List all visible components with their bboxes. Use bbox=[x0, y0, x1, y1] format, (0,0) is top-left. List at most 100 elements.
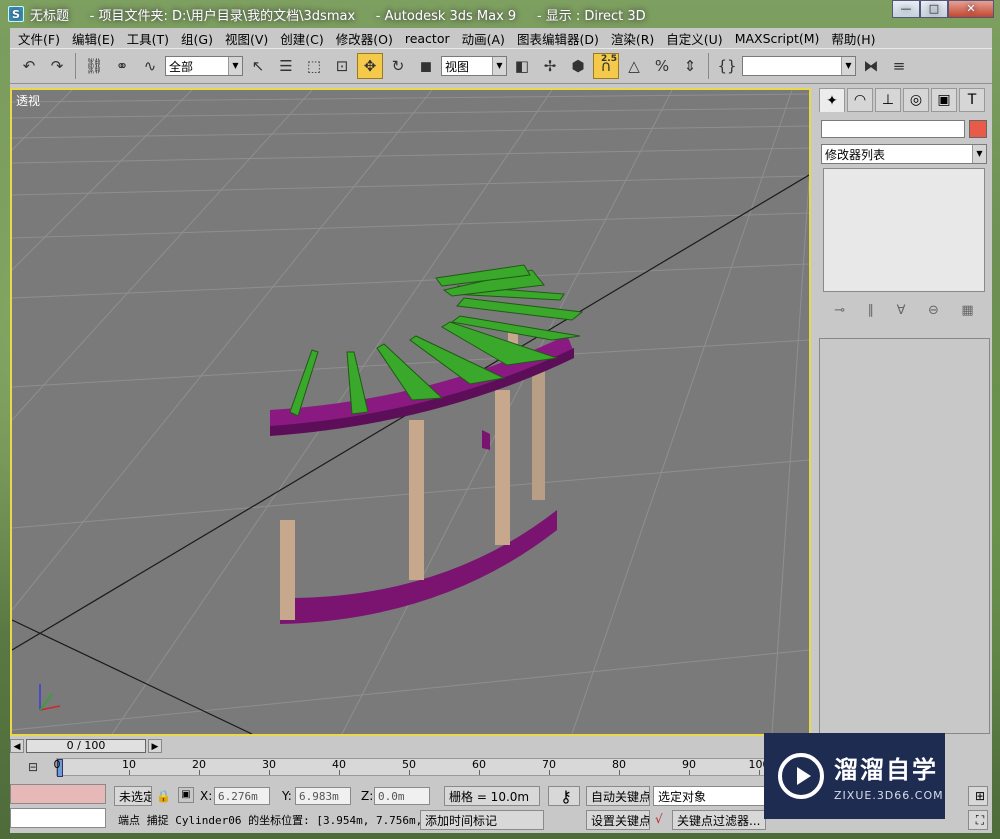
hierarchy-tab-icon[interactable]: ⊥ bbox=[875, 88, 901, 112]
maximize-button[interactable]: □ bbox=[920, 0, 948, 18]
time-next-icon[interactable]: ▶ bbox=[148, 739, 162, 753]
select-by-name-icon[interactable]: ☰ bbox=[273, 53, 299, 79]
close-button[interactable]: ✕ bbox=[948, 0, 994, 18]
chevron-down-icon: ▼ bbox=[228, 57, 242, 75]
selection-filter-dropdown[interactable]: 全部 ▼ bbox=[165, 56, 243, 76]
3dsmax-icon[interactable]: S bbox=[8, 6, 24, 22]
select-object-icon[interactable]: ↖ bbox=[245, 53, 271, 79]
ruler-tick bbox=[479, 770, 480, 775]
mirror-icon[interactable]: ⧓ bbox=[858, 53, 884, 79]
menu-file[interactable]: 文件(F) bbox=[12, 29, 66, 48]
ruler-tick bbox=[549, 770, 550, 775]
key-filters-button[interactable]: 关键点过滤器... bbox=[672, 810, 766, 830]
menu-graph-editors[interactable]: 图表编辑器(D) bbox=[511, 29, 605, 48]
ruler-tick bbox=[759, 770, 760, 775]
unlink-icon[interactable]: ⚭ bbox=[109, 53, 135, 79]
viewport-label[interactable]: 透视 bbox=[16, 92, 40, 109]
key-mode-icon[interactable]: ⚷ bbox=[548, 786, 580, 806]
x-label: X: bbox=[200, 789, 213, 803]
main-toolbar: ↶ ↷ ⛓ ⚭ ∿ 全部 ▼ ↖ ☰ ⬚ ⊡ ✥ ↻ ◼ 视图 ▼ ◧ ✢ ⬢ bbox=[10, 48, 992, 84]
time-slider[interactable]: 0 / 100 bbox=[26, 739, 146, 753]
bind-space-warp-icon[interactable]: ∿ bbox=[137, 53, 163, 79]
select-and-scale-icon[interactable]: ◼ bbox=[413, 53, 439, 79]
menu-reactor[interactable]: reactor bbox=[399, 31, 456, 46]
edit-named-selection-icon[interactable]: {} bbox=[714, 53, 740, 79]
configure-sets-icon[interactable]: ▦ bbox=[961, 303, 973, 318]
absolute-mode-icon[interactable]: ▣ bbox=[178, 787, 194, 803]
watermark-subtitle: ZIXUE.3D66.COM bbox=[834, 789, 944, 802]
object-color-swatch[interactable] bbox=[969, 120, 987, 138]
auto-key-button[interactable]: 自动关键点 bbox=[586, 786, 650, 806]
tangent-icon[interactable]: √ bbox=[655, 812, 663, 826]
menu-group[interactable]: 组(G) bbox=[175, 29, 219, 48]
menu-customize[interactable]: 自定义(U) bbox=[660, 29, 728, 48]
modifier-list-dropdown[interactable]: 修改器列表 ▼ bbox=[821, 144, 987, 164]
maximize-viewport-icon[interactable]: ⛶ bbox=[968, 810, 988, 830]
pin-stack-icon[interactable]: ⊸ bbox=[834, 303, 845, 318]
rectangular-selection-icon[interactable]: ⬚ bbox=[301, 53, 327, 79]
pivot-center-icon[interactable]: ◧ bbox=[509, 53, 535, 79]
make-unique-icon[interactable]: ∀ bbox=[897, 303, 906, 318]
snap-toggle-icon[interactable]: 2.5 ∩ bbox=[593, 53, 619, 79]
spinner-snap-icon[interactable]: ⇕ bbox=[677, 53, 703, 79]
window-title: 无标题 - 项目文件夹: D:\用户目录\我的文档\3dsmax - Autod… bbox=[30, 8, 646, 24]
undo-icon[interactable]: ↶ bbox=[16, 53, 42, 79]
chevron-down-icon: ▼ bbox=[972, 145, 986, 163]
display-tab-icon[interactable]: ▣ bbox=[931, 88, 957, 112]
window-crossing-icon[interactable]: ⊡ bbox=[329, 53, 355, 79]
motion-tab-icon[interactable]: ◎ bbox=[903, 88, 929, 112]
ruler-tick bbox=[199, 770, 200, 775]
menu-maxscript[interactable]: MAXScript(M) bbox=[729, 31, 826, 46]
selected-objects-dropdown[interactable]: 选定对象 bbox=[653, 786, 765, 806]
select-and-rotate-icon[interactable]: ↻ bbox=[385, 53, 411, 79]
zoom-extents-icon[interactable]: ⊞ bbox=[968, 786, 988, 806]
reference-coord-value: 视图 bbox=[445, 59, 470, 74]
menu-animation[interactable]: 动画(A) bbox=[456, 29, 511, 48]
ruler-tick bbox=[689, 770, 690, 775]
x-coordinate-field[interactable]: 6.276m bbox=[214, 787, 270, 805]
parameters-rollout bbox=[819, 338, 990, 734]
maxscript-listener-pink[interactable] bbox=[10, 784, 106, 804]
lock-icon[interactable]: 🔒 bbox=[156, 789, 171, 803]
set-key-button[interactable]: 设置关键点 bbox=[586, 810, 650, 830]
select-and-manipulate-icon[interactable]: ✢ bbox=[537, 53, 563, 79]
track-ruler[interactable]: 0 10 20 30 40 50 60 70 80 90 100 bbox=[54, 758, 776, 777]
menu-tools[interactable]: 工具(T) bbox=[121, 29, 175, 48]
modify-tab-icon[interactable]: ◠ bbox=[847, 88, 873, 112]
menu-rendering[interactable]: 渲染(R) bbox=[605, 29, 660, 48]
maxscript-listener-white[interactable] bbox=[10, 808, 106, 828]
time-prev-icon[interactable]: ◀ bbox=[10, 739, 24, 753]
y-coordinate-field[interactable]: 6.983m bbox=[295, 787, 351, 805]
watermark-title: 溜溜自学 bbox=[834, 756, 938, 784]
menu-modifiers[interactable]: 修改器(O) bbox=[330, 29, 399, 48]
show-end-result-icon[interactable]: ∥ bbox=[868, 303, 875, 318]
menu-edit[interactable]: 编辑(E) bbox=[66, 29, 121, 48]
remove-modifier-icon[interactable]: ⊖ bbox=[928, 303, 939, 318]
keyboard-shortcut-override-icon[interactable]: ⬢ bbox=[565, 53, 591, 79]
minimize-button[interactable]: — bbox=[892, 0, 920, 18]
select-and-link-icon[interactable]: ⛓ bbox=[81, 53, 107, 79]
ruler-tick bbox=[269, 770, 270, 775]
named-selection-dropdown[interactable]: ▼ bbox=[742, 56, 856, 76]
selection-status: 未选定 bbox=[114, 786, 152, 806]
reference-coord-dropdown[interactable]: 视图 ▼ bbox=[441, 56, 507, 76]
menu-create[interactable]: 创建(C) bbox=[274, 29, 329, 48]
menu-help[interactable]: 帮助(H) bbox=[825, 29, 881, 48]
angle-snap-icon[interactable]: △ bbox=[621, 53, 647, 79]
object-name-field[interactable] bbox=[821, 120, 965, 138]
perspective-viewport[interactable]: 透视 bbox=[10, 88, 811, 736]
axis-tripod-icon bbox=[39, 684, 61, 711]
add-time-tag[interactable]: 添加时间标记 bbox=[420, 810, 544, 830]
create-tab-icon[interactable]: ✦ bbox=[819, 88, 845, 112]
utilities-tab-icon[interactable]: T bbox=[959, 88, 985, 112]
align-icon[interactable]: ≡ bbox=[886, 53, 912, 79]
select-and-move-icon[interactable]: ✥ bbox=[357, 53, 383, 79]
ruler-tick bbox=[129, 770, 130, 775]
redo-icon[interactable]: ↷ bbox=[44, 53, 70, 79]
mini-curve-editor-icon[interactable]: ⊟ bbox=[18, 756, 48, 778]
percent-snap-icon[interactable]: % bbox=[649, 53, 675, 79]
menu-views[interactable]: 视图(V) bbox=[219, 29, 274, 48]
modifier-stack[interactable] bbox=[823, 168, 985, 292]
time-slider-bar: ◀ 0 / 100 ▶ bbox=[10, 738, 811, 754]
z-coordinate-field[interactable]: 0.0m bbox=[374, 787, 430, 805]
